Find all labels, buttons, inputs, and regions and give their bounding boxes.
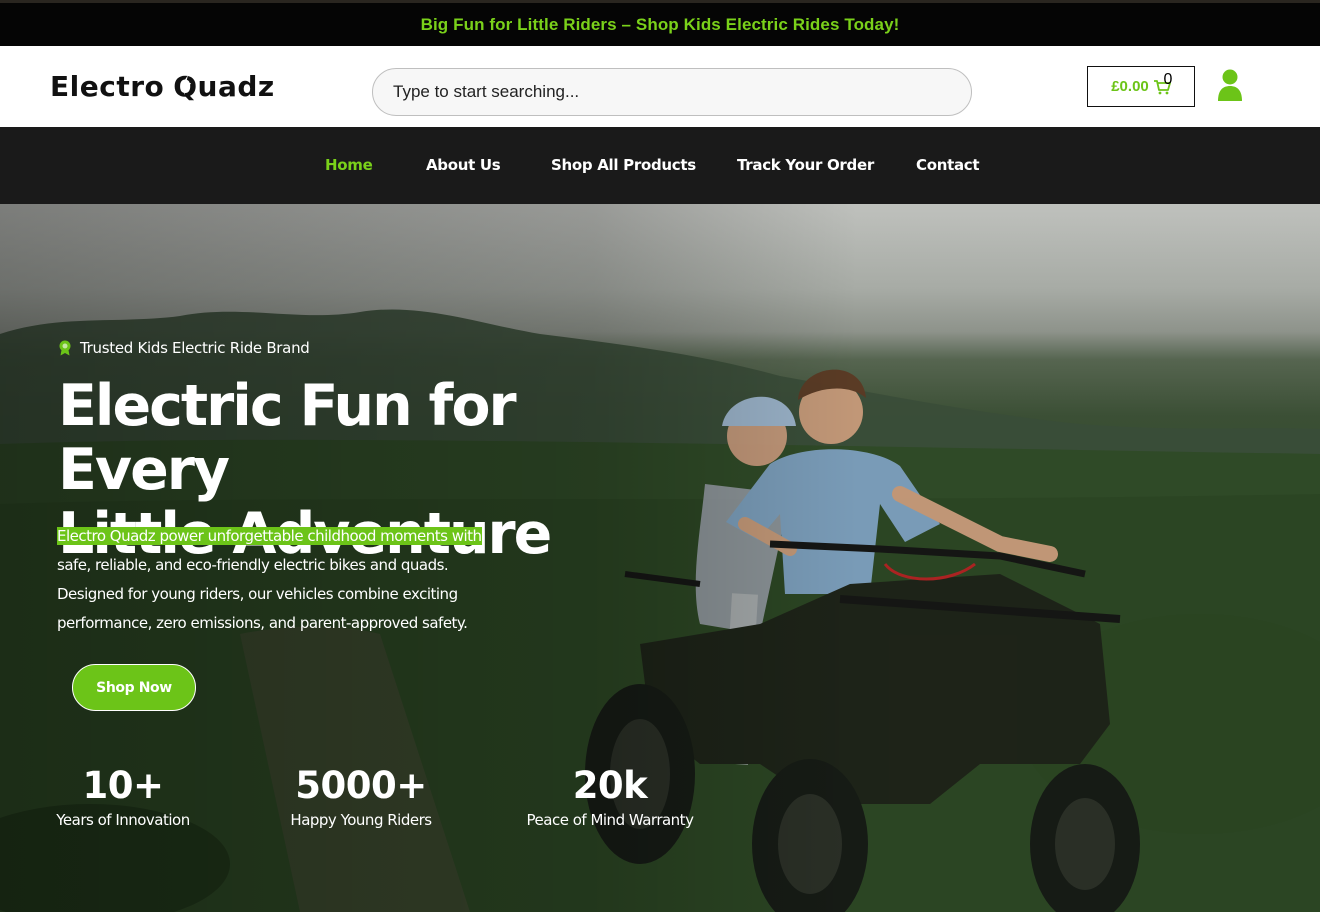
search-bar[interactable] [372, 68, 972, 116]
logo-text-quadz: Quadz [173, 69, 275, 103]
site-header: Electro Quadz £0.00 0 [0, 46, 1320, 127]
cart-count-badge: 0 [1163, 71, 1173, 88]
stat-value: 20k [572, 764, 648, 807]
search-input[interactable] [393, 82, 971, 102]
stat-value: 5000+ [295, 764, 427, 807]
logo[interactable]: Electro Quadz [50, 66, 275, 106]
bolt-icon [181, 74, 192, 95]
trust-badge: Trusted Kids Electric Ride Brand [58, 339, 310, 357]
nav-track-your-order[interactable]: Track Your Order [737, 156, 874, 174]
hero-section: Trusted Kids Electric Ride Brand Electri… [0, 204, 1320, 912]
cart-amount: £0.00 [1111, 78, 1149, 95]
shop-now-button[interactable]: Shop Now [72, 664, 196, 711]
main-nav: Home About Us Shop All Products Track Yo… [0, 127, 1320, 204]
stat-warranty: 20k Peace of Mind Warranty [522, 764, 698, 829]
stat-value: 10+ [82, 764, 165, 807]
trust-badge-text: Trusted Kids Electric Ride Brand [80, 339, 310, 357]
logo-text-electro: Electro [50, 69, 165, 103]
nav-shop-all-products[interactable]: Shop All Products [551, 156, 696, 174]
stat-label: Peace of Mind Warranty [526, 811, 694, 829]
stat-riders: 5000+ Happy Young Riders [286, 764, 436, 829]
hero-description: Electro Quadz power unforgettable childh… [57, 522, 517, 638]
hero-description-highlight: Electro Quadz power unforgettable childh… [57, 527, 482, 545]
announcement-text: Big Fun for Little Riders – Shop Kids El… [420, 14, 900, 34]
stat-years: 10+ Years of Innovation [56, 764, 190, 829]
nav-contact[interactable]: Contact [916, 156, 980, 174]
stat-label: Years of Innovation [56, 811, 190, 829]
hero-description-rest: safe, reliable, and eco-friendly electri… [57, 556, 468, 632]
user-icon[interactable] [1216, 68, 1244, 102]
stat-label: Happy Young Riders [290, 811, 432, 829]
cart-button[interactable]: £0.00 [1087, 66, 1195, 107]
award-icon [59, 340, 71, 356]
nav-about-us[interactable]: About Us [426, 156, 501, 174]
announcement-bar: Big Fun for Little Riders – Shop Kids El… [0, 0, 1320, 46]
nav-home[interactable]: Home [325, 156, 373, 174]
